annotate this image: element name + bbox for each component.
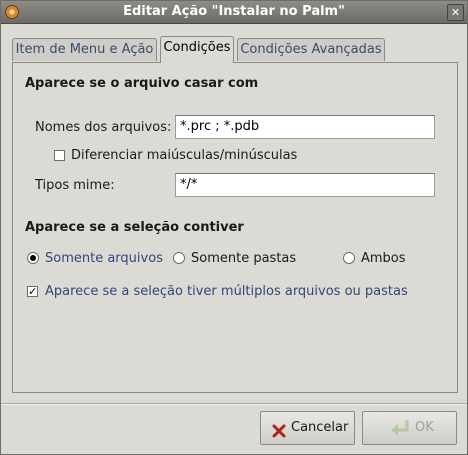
multiple-selection-label[interactable]: Aparece se a seleção tiver múltiplos arq… [45, 284, 408, 299]
x-cancel-icon [271, 420, 287, 452]
app-gear-icon[interactable] [4, 4, 20, 20]
window-title: Editar Ação "Instalar no Palm" [123, 4, 345, 19]
title-bar[interactable]: Editar Ação "Instalar no Palm" ✕ [1, 1, 467, 24]
tab-label: Condições [163, 40, 231, 55]
close-button[interactable]: ✕ [447, 4, 464, 21]
cancel-button[interactable]: Cancelar [260, 411, 355, 445]
case-sensitive-checkbox[interactable] [54, 150, 65, 161]
mime-types-label: Tipos mime: [35, 178, 115, 193]
both-label[interactable]: Ambos [361, 251, 406, 266]
green-return-arrow-icon [389, 418, 411, 451]
ok-button[interactable]: OK [362, 411, 457, 445]
multiple-selection-checkbox[interactable]: ✓ [27, 286, 38, 297]
mime-types-input[interactable]: */* [175, 173, 435, 197]
tab-label: Item de Menu e Ação [15, 42, 154, 57]
ok-label: OK [415, 420, 434, 435]
filenames-input[interactable]: *.prc ; *.pdb [175, 115, 435, 139]
cancel-label: Cancelar [291, 420, 349, 435]
only-folders-label[interactable]: Somente pastas [191, 251, 296, 266]
selection-heading: Aparece se a seleção contiver [25, 220, 244, 235]
button-separator [1, 403, 467, 405]
tab-label: Condições Avançadas [240, 42, 382, 57]
close-icon: ✕ [450, 6, 461, 19]
only-files-label[interactable]: Somente arquivos [45, 251, 163, 266]
filenames-value: *.prc ; *.pdb [180, 119, 260, 134]
dialog-window: Editar Ação "Instalar no Palm" ✕ Item de… [0, 0, 468, 455]
radio-only-files[interactable] [27, 252, 39, 264]
tab-advanced-conditions[interactable]: Condições Avançadas [237, 38, 385, 61]
filenames-label: Nomes dos arquivos: [35, 120, 172, 135]
radio-only-folders[interactable] [173, 252, 185, 264]
mime-types-value: */* [180, 177, 198, 192]
case-sensitive-label[interactable]: Diferenciar maiúsculas/minúsculas [71, 148, 297, 163]
file-match-heading: Aparece se o arquivo casar com [25, 76, 259, 91]
tab-menu-item-action[interactable]: Item de Menu e Ação [12, 38, 157, 61]
radio-both[interactable] [343, 252, 355, 264]
tab-conditions[interactable]: Condições [160, 36, 234, 63]
checkmark-icon: ✓ [28, 285, 38, 298]
